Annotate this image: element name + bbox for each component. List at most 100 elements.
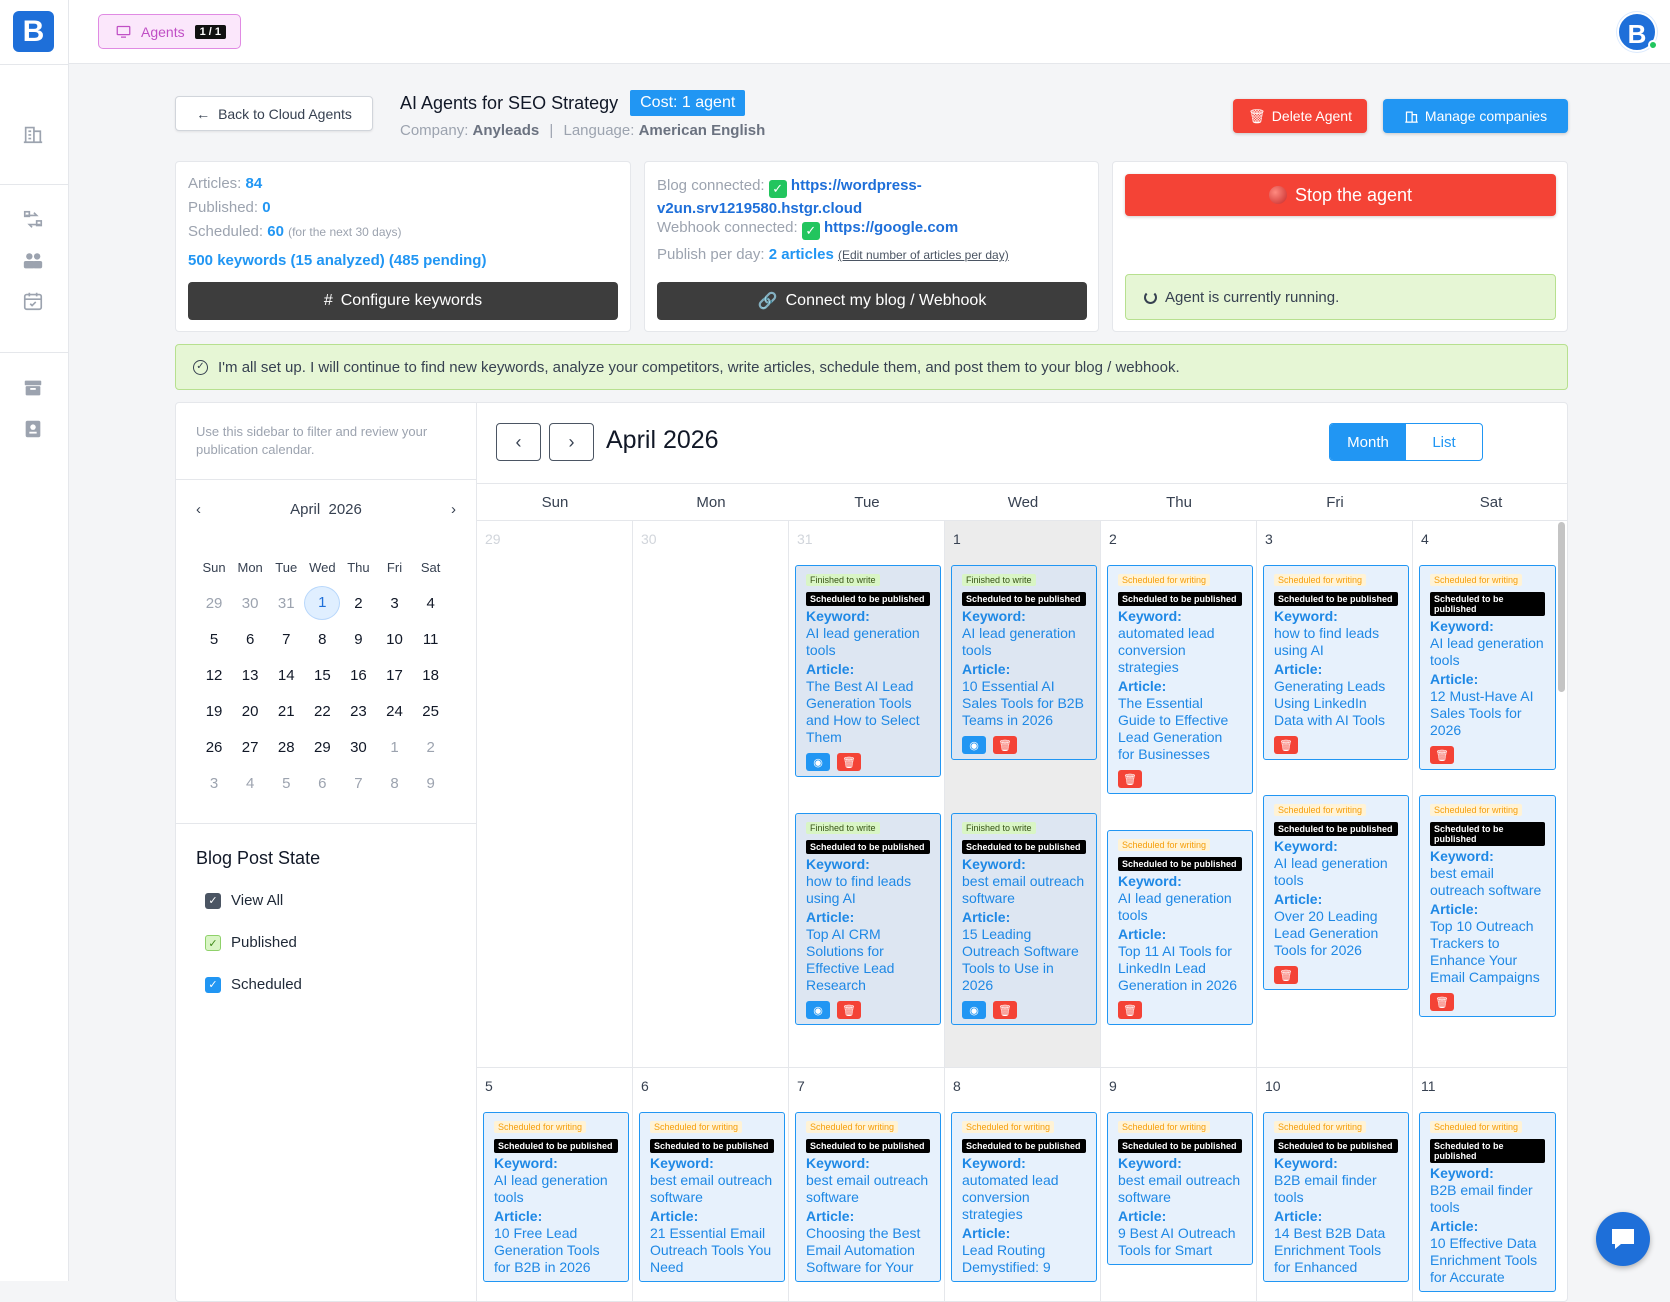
calendar-event[interactable]: Finished to write Scheduled to be publis… — [951, 813, 1097, 1025]
calendar-day-cell[interactable]: 30 — [633, 521, 789, 1068]
keywords-summary[interactable]: 500 keywords (15 analyzed) (485 pending) — [188, 252, 486, 269]
mini-calendar-day[interactable]: 26 — [196, 739, 232, 756]
trash-icon[interactable]: 🗑 — [1118, 1001, 1142, 1019]
mini-calendar-day[interactable]: 4 — [413, 595, 449, 612]
calendar-event[interactable]: Scheduled for writing Scheduled to be pub… — [639, 1112, 785, 1282]
manage-companies-button[interactable]: Manage companies — [1383, 99, 1568, 133]
trash-icon[interactable]: 🗑 — [1118, 770, 1142, 788]
mini-calendar-day[interactable]: 4 — [232, 775, 268, 792]
filter-published[interactable]: ✓ Published — [205, 934, 297, 951]
chat-button[interactable] — [1596, 1212, 1650, 1266]
calendar-check-icon[interactable] — [22, 290, 44, 312]
mini-calendar-day[interactable]: 14 — [268, 667, 304, 684]
calendar-event[interactable]: Finished to write Scheduled to be publis… — [951, 565, 1097, 760]
mini-calendar-day[interactable]: 12 — [196, 667, 232, 684]
mini-calendar-day[interactable]: 10 — [376, 631, 412, 648]
mini-calendar-day[interactable]: 30 — [232, 595, 268, 612]
calendar-day-cell-today[interactable]: 1 Finished to write Scheduled to be publ… — [945, 521, 1101, 1068]
calendar-event[interactable]: Scheduled for writing Scheduled to be pub… — [795, 1112, 941, 1282]
list-view-button[interactable]: List — [1406, 424, 1482, 460]
calendar-day-cell[interactable]: 10 Scheduled for writing Scheduled to be p… — [1257, 1068, 1413, 1301]
calendar-day-cell[interactable]: 31 Finished to write Scheduled to be pub… — [789, 521, 945, 1068]
mini-calendar-day[interactable]: 8 — [304, 631, 340, 648]
mini-calendar-day[interactable]: 23 — [340, 703, 376, 720]
mini-calendar-day[interactable]: 15 — [304, 667, 340, 684]
mini-calendar-day[interactable]: 22 — [304, 703, 340, 720]
blog-url-part2[interactable]: v2un.srv1219580.hstgr.cloud — [657, 200, 862, 217]
keywords-line[interactable]: 500 keywords (15 analyzed) (485 pending) — [188, 252, 486, 269]
mini-calendar-day[interactable]: 17 — [376, 667, 412, 684]
users-icon[interactable] — [22, 250, 44, 272]
calendar-day-cell[interactable]: 6 Scheduled for writing Scheduled to be pu… — [633, 1068, 789, 1301]
inbox-icon[interactable] — [22, 377, 44, 399]
back-to-cloud-agents-button[interactable]: ← Back to Cloud Agents — [175, 96, 373, 131]
trash-icon[interactable]: 🗑 — [993, 1001, 1017, 1019]
calendar-event[interactable]: Scheduled for writing Scheduled to be pu… — [1263, 565, 1409, 760]
trash-icon[interactable]: 🗑 — [993, 736, 1017, 754]
calendar-event[interactable]: Scheduled for writing Scheduled to be pu… — [1419, 795, 1556, 1017]
calendar-event[interactable]: Finished to write Scheduled to be publis… — [795, 565, 941, 777]
mini-calendar-day[interactable]: 8 — [376, 775, 412, 792]
blog-url-part1[interactable]: https://wordpress- — [791, 177, 922, 194]
mini-calendar-day[interactable]: 20 — [232, 703, 268, 720]
calendar-event[interactable]: Scheduled for writing Scheduled to be pub… — [951, 1112, 1097, 1282]
trash-icon[interactable]: 🗑 — [837, 753, 861, 771]
mini-calendar-day[interactable]: 13 — [232, 667, 268, 684]
connect-blog-button[interactable]: 🔗 Connect my blog / Webhook — [657, 282, 1087, 320]
calendar-event[interactable]: Scheduled for writing Scheduled to be pu… — [1263, 795, 1409, 990]
transfer-icon[interactable] — [22, 209, 44, 231]
month-view-button[interactable]: Month — [1330, 424, 1406, 460]
mini-calendar-day[interactable]: 28 — [268, 739, 304, 756]
mini-calendar-day[interactable]: 24 — [376, 703, 412, 720]
mini-calendar-day[interactable]: 29 — [196, 595, 232, 612]
user-avatar[interactable]: B — [1617, 12, 1658, 52]
calendar-day-cell[interactable]: 11 Scheduled for writing Scheduled to be p… — [1413, 1068, 1567, 1301]
mini-calendar-day[interactable]: 3 — [376, 595, 412, 612]
filter-view-all[interactable]: ✓ View All — [205, 892, 283, 909]
calendar-event[interactable]: Finished to write Scheduled to be publis… — [795, 813, 941, 1025]
agents-button[interactable]: Agents 1 / 1 — [98, 14, 241, 49]
mini-calendar-day[interactable]: 6 — [232, 631, 268, 648]
mini-calendar-day[interactable]: 25 — [413, 703, 449, 720]
eye-icon[interactable]: ◉ — [806, 1001, 830, 1019]
calendar-day-cell[interactable]: 4 Scheduled for writing Scheduled to be … — [1413, 521, 1567, 1068]
calendar-day-cell[interactable]: 2 Scheduled for writing Scheduled to be … — [1101, 521, 1257, 1068]
calendar-event[interactable]: Scheduled for writing Scheduled to be pu… — [1107, 565, 1253, 794]
eye-icon[interactable]: ◉ — [962, 1001, 986, 1019]
mini-calendar-day[interactable]: 9 — [413, 775, 449, 792]
mini-calendar-day[interactable]: 5 — [196, 631, 232, 648]
next-month-button[interactable]: › — [549, 423, 594, 461]
eye-icon[interactable]: ◉ — [962, 736, 986, 754]
calendar-event[interactable]: Scheduled for writing Scheduled to be pu… — [1419, 565, 1556, 770]
configure-keywords-button[interactable]: # Configure keywords — [188, 282, 618, 320]
app-logo[interactable]: B — [13, 11, 54, 52]
mini-calendar-day[interactable]: 2 — [340, 595, 376, 612]
calendar-scrollbar[interactable] — [1558, 522, 1565, 692]
mini-calendar-day[interactable]: 27 — [232, 739, 268, 756]
checkbox[interactable]: ✓ — [205, 892, 221, 909]
calendar-event[interactable]: Scheduled for writing Scheduled to be pub… — [1419, 1112, 1556, 1292]
trash-icon[interactable]: 🗑 — [1430, 746, 1454, 764]
mini-calendar-day[interactable]: 7 — [268, 631, 304, 648]
mini-calendar-day[interactable]: 11 — [413, 631, 449, 648]
mini-calendar-day[interactable]: 6 — [304, 775, 340, 792]
calendar-event[interactable]: Scheduled for writing Scheduled to be pub… — [1107, 1112, 1253, 1265]
calendar-day-cell[interactable]: 7 Scheduled for writing Scheduled to be pu… — [789, 1068, 945, 1301]
company-icon[interactable] — [22, 123, 44, 145]
calendar-event[interactable]: Scheduled for writing Scheduled to be pu… — [1107, 830, 1253, 1025]
calendar-event[interactable]: Scheduled for writing Scheduled to be pub… — [483, 1112, 629, 1282]
calendar-day-cell[interactable]: 8 Scheduled for writing Scheduled to be pu… — [945, 1068, 1101, 1301]
calendar-day-cell[interactable]: 3 Scheduled for writing Scheduled to be … — [1257, 521, 1413, 1068]
trash-icon[interactable]: 🗑 — [1430, 993, 1454, 1011]
mini-calendar-day[interactable]: 3 — [196, 775, 232, 792]
calendar-day-cell[interactable]: 29 — [477, 521, 633, 1068]
trash-icon[interactable]: 🗑 — [1274, 736, 1298, 754]
mini-calendar-day[interactable]: 7 — [340, 775, 376, 792]
mini-calendar-day[interactable]: 31 — [268, 595, 304, 612]
calendar-day-cell[interactable]: 9 Scheduled for writing Scheduled to be pu… — [1101, 1068, 1257, 1301]
eye-icon[interactable]: ◉ — [806, 753, 830, 771]
mini-calendar-day[interactable]: 19 — [196, 703, 232, 720]
mini-calendar-day[interactable]: 21 — [268, 703, 304, 720]
checkbox[interactable]: ✓ — [205, 934, 221, 951]
checkbox[interactable]: ✓ — [205, 976, 221, 993]
